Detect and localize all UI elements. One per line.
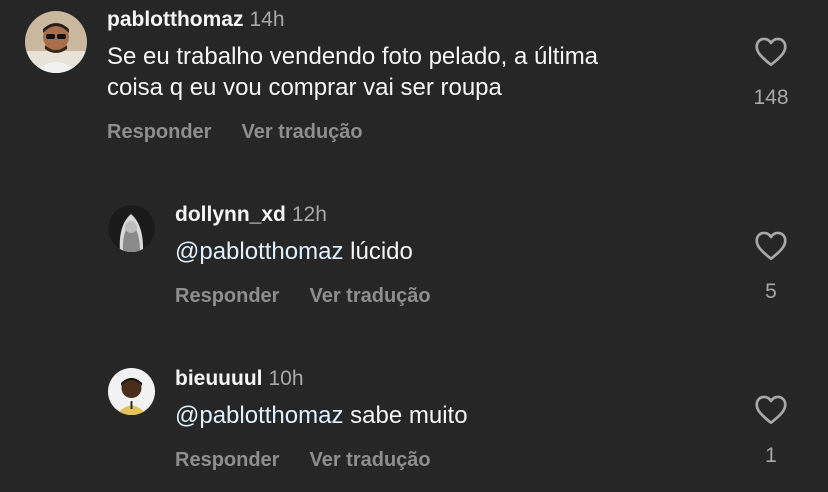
avatar[interactable] <box>25 11 87 73</box>
avatar-dollynn-icon <box>108 205 155 252</box>
like-button[interactable] <box>753 392 789 428</box>
see-translation-button[interactable]: Ver tradução <box>241 121 362 143</box>
avatar-pablotthomaz-icon <box>25 11 87 73</box>
timestamp: 14h <box>249 8 285 31</box>
like-count: 5 <box>765 280 777 303</box>
timestamp: 10h <box>268 367 304 390</box>
see-translation-button[interactable]: Ver tradução <box>309 449 430 471</box>
comment-actions: Responder Ver tradução <box>107 121 363 144</box>
reply-button[interactable]: Responder <box>175 285 279 307</box>
heart-outline-icon <box>755 37 787 67</box>
reply-button[interactable]: Responder <box>107 121 211 143</box>
see-translation-button[interactable]: Ver tradução <box>309 285 430 307</box>
username[interactable]: bieuuuul <box>175 367 263 390</box>
avatar[interactable] <box>108 368 155 415</box>
like-button[interactable] <box>753 34 789 70</box>
comment-body: lúcido <box>350 238 413 265</box>
like-count: 148 <box>753 86 789 109</box>
comment-text: @pablotthomaz lúcido <box>175 236 413 267</box>
timestamp: 12h <box>291 203 327 226</box>
avatar-bieuuuul-icon <box>108 368 155 415</box>
reply-button[interactable]: Responder <box>175 449 279 471</box>
mention-link[interactable]: @pablotthomaz <box>175 402 343 429</box>
username[interactable]: pablotthomaz <box>107 8 244 31</box>
comment-body: sabe muito <box>350 402 468 429</box>
like-button[interactable] <box>753 228 789 264</box>
avatar[interactable] <box>108 205 155 252</box>
comment-text-line: Se eu trabalho vendendo foto pelado, a ú… <box>107 43 599 70</box>
comment-text: @pablotthomaz sabe muito <box>175 400 468 431</box>
heart-outline-icon <box>755 395 787 425</box>
username[interactable]: dollynn_xd <box>175 203 286 226</box>
comment-text: Se eu trabalho vendendo foto pelado, a ú… <box>107 41 727 103</box>
heart-outline-icon <box>755 231 787 261</box>
comment-text-line: coisa q eu vou comprar vai ser roupa <box>107 74 502 101</box>
comment-actions: Responder Ver tradução <box>175 285 431 308</box>
like-count: 1 <box>765 444 777 467</box>
mention-link[interactable]: @pablotthomaz <box>175 238 343 265</box>
comment-actions: Responder Ver tradução <box>175 449 431 472</box>
